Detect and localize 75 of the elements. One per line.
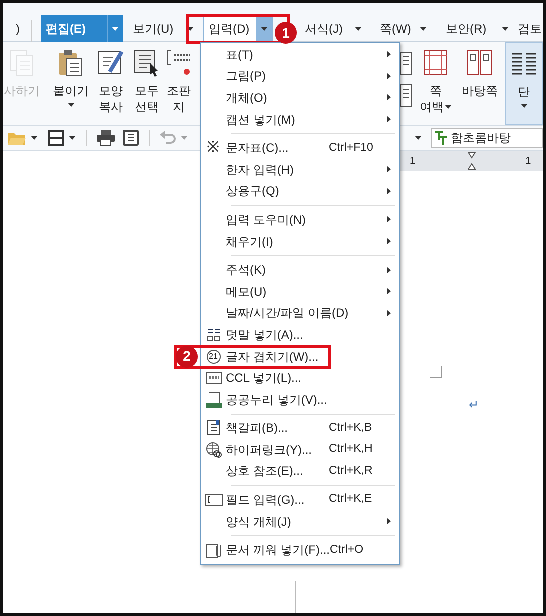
paragraph-mark: ↵: [469, 397, 479, 414]
menu-item[interactable]: 하이퍼링크(Y)... Ctrl+K,H: [201, 439, 399, 461]
menu-item[interactable]: 책갈피(B)... Ctrl+K,B: [201, 418, 399, 440]
caret-icon[interactable]: [355, 26, 362, 30]
caret-icon[interactable]: [31, 136, 38, 140]
ribbon-button[interactable]: 조판 지: [167, 42, 191, 125]
submenu-arrow-icon: [387, 288, 391, 296]
caret-icon[interactable]: [420, 26, 427, 30]
submenu-arrow-icon: [387, 216, 391, 224]
menu-tab[interactable]: 보안(R): [441, 15, 492, 42]
caret-icon: [520, 104, 528, 108]
menu-item[interactable]: 양식 개체(J): [201, 510, 399, 532]
caret-icon: [68, 102, 74, 107]
caret-icon[interactable]: [256, 16, 272, 42]
bookmark-icon: [206, 420, 220, 436]
circled-number-icon: 21: [206, 350, 220, 364]
ribbon-button[interactable]: 모두 선택: [131, 42, 163, 125]
submenu-arrow-icon: [387, 166, 391, 174]
menu-tab[interactable]: 쪽(W): [375, 15, 416, 42]
submenu-arrow-icon: [387, 518, 391, 526]
menu-item[interactable]: 개체(O): [201, 87, 399, 109]
menu-item[interactable]: 입력 도우미(N): [201, 209, 399, 231]
menu-item[interactable]: 필드 입력(G)... Ctrl+K,E: [201, 489, 399, 511]
menu-item[interactable]: 그림(P): [201, 66, 399, 88]
menu-item[interactable]: 공공누리 넣기(V)...: [201, 388, 399, 410]
submenu-arrow-icon: [387, 51, 391, 58]
menu-item[interactable]: 날짜/시간/파일 이름(D): [201, 302, 399, 324]
submenu-arrow-icon: [387, 72, 391, 80]
submenu-arrow-icon: [387, 94, 391, 102]
ruler-number: 1: [410, 154, 416, 168]
menu-item[interactable]: 상호 참조(E)... Ctrl+K,R: [201, 460, 399, 482]
menu-item[interactable]: 문서 끼워 넣기(F)...Ctrl+O: [201, 539, 399, 562]
reference-mark-icon: ※: [207, 136, 220, 160]
menu-item[interactable]: 한자 입력(H): [201, 158, 399, 181]
font-icon: [435, 131, 447, 145]
menu-item[interactable]: CCL 넣기(L)...: [201, 367, 399, 389]
submenu-arrow-icon: [387, 266, 391, 274]
ribbon-button[interactable]: 바탕쪽: [457, 42, 503, 125]
save-icon[interactable]: [48, 130, 64, 146]
menu-tab[interactable]: 편집(E): [41, 15, 123, 42]
caret-icon: [445, 105, 452, 110]
menu-item[interactable]: 채우기(I): [201, 230, 399, 252]
ribbon-button[interactable]: 단: [505, 42, 543, 125]
menu-tab[interactable]: 보기(U): [128, 15, 179, 42]
menu-item[interactable]: 표(T): [201, 44, 399, 66]
ribbon-button[interactable]: 쪽 여백: [417, 42, 455, 125]
menu-item[interactable]: ※ 문자표(C)... Ctrl+F10: [201, 137, 399, 159]
field-icon: [204, 494, 222, 506]
menu-item[interactable]: 주석(K): [201, 259, 399, 281]
ruby-text-icon: [206, 328, 220, 342]
menu-item[interactable]: 캡션 넣기(M): [201, 108, 399, 130]
menu-item[interactable]: 메모(U): [201, 280, 399, 303]
submenu-arrow-icon: [387, 238, 391, 246]
clear-format-icon: [167, 48, 191, 78]
dropdown-caret-icon[interactable]: [415, 136, 422, 140]
master-page-icon: [465, 48, 495, 78]
submenu-arrow-icon: [387, 310, 391, 317]
submenu-arrow-icon: [387, 116, 391, 124]
ribbon-button[interactable]: 모양 복사: [95, 42, 127, 125]
menu-tab[interactable]: 검토: [513, 15, 543, 42]
caret-icon[interactable]: [502, 26, 509, 30]
submenu-arrow-icon: [387, 188, 391, 195]
page-corner-mark: [430, 366, 442, 378]
attach-document-icon: [206, 542, 222, 558]
menu-item[interactable]: 상용구(Q): [201, 180, 399, 202]
menu-item[interactable]: 덧말 넣기(A)...: [201, 324, 399, 346]
menu-tab[interactable]: ): [11, 15, 25, 42]
preview-icon[interactable]: [123, 130, 139, 146]
print-icon[interactable]: [97, 130, 115, 146]
caret-icon[interactable]: [69, 136, 76, 140]
ruler-number: 1: [526, 154, 532, 168]
menu-tab[interactable]: 서식(J): [300, 15, 348, 42]
font-field[interactable]: 함초롬바탕: [431, 128, 543, 148]
ribbon-button[interactable]: 붙이기: [53, 42, 89, 125]
globe-link-icon: [206, 442, 222, 458]
